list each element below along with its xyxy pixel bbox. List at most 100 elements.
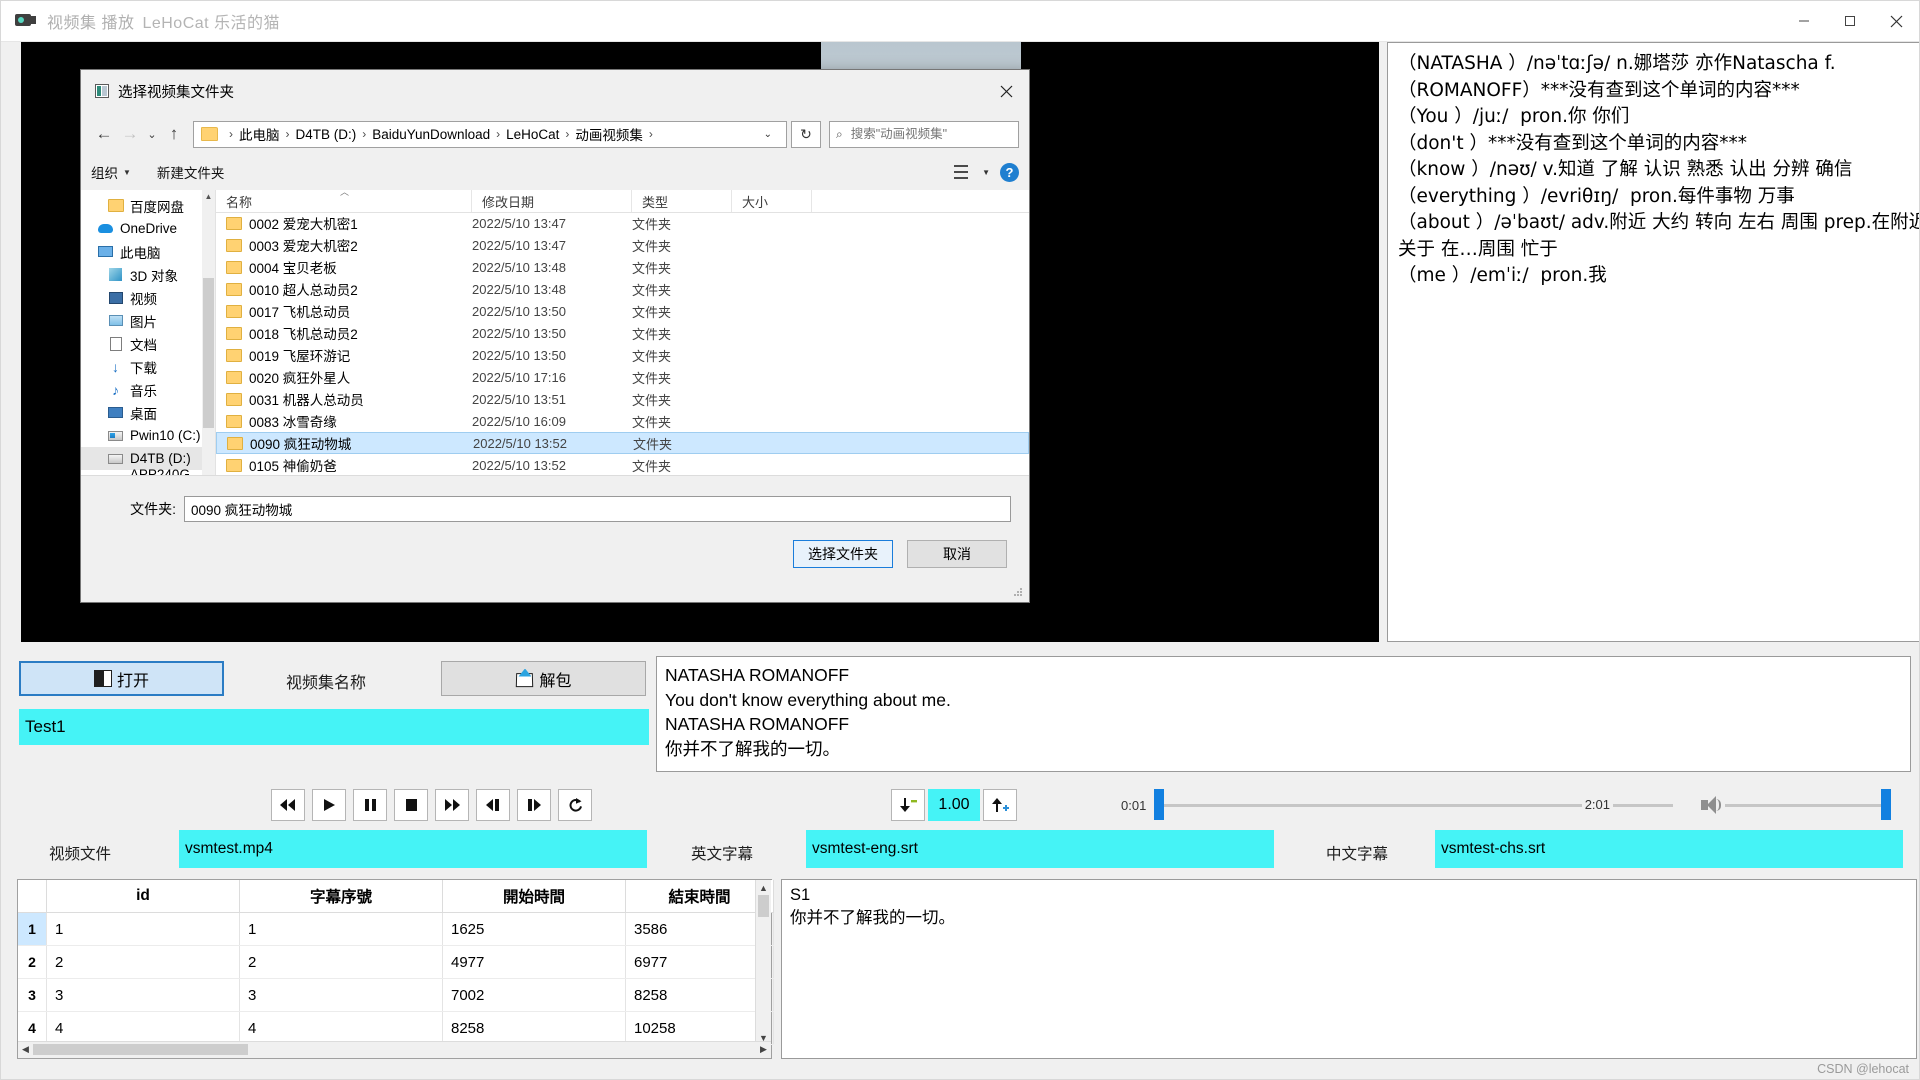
tree-scrollbar[interactable]: ▲ [202,190,215,478]
next-frame-button[interactable] [517,789,551,821]
help-icon[interactable]: ? [1000,162,1019,182]
file-row[interactable]: 0018 飞机总动员2 2022/5/10 13:50 文件夹 [216,322,1029,344]
folder-name-input[interactable]: 0090 疯狂动物城 [184,496,1011,522]
file-row[interactable]: 0083 冰雪奇缘 2022/5/10 16:09 文件夹 [216,410,1029,432]
column-header-size[interactable]: 大小 [732,190,812,212]
column-header-type[interactable]: 类型 [632,190,732,212]
chs-subtitle-field[interactable]: vsmtest-chs.srt [1435,830,1903,868]
subtitle-table[interactable]: id 字幕序號 開始時間 結束時間 1 1 1 1625 3586 2 2 2 … [17,879,774,1059]
tree-item-music[interactable]: ♪ 音乐 [81,378,215,401]
dialog-close-button[interactable] [983,70,1029,112]
tree-item-drive-c[interactable]: Pwin10 (C:) [81,424,215,447]
column-header-date[interactable]: 修改日期 [472,190,632,212]
subtitle-preview-panel[interactable]: NATASHA ROMANOFF You don't know everythi… [656,656,1911,772]
tree-item-desktop[interactable]: 桌面 [81,401,215,424]
file-row[interactable]: 0105 神偷奶爸 2022/5/10 13:52 文件夹 [216,454,1029,476]
scroll-right-icon[interactable]: ▶ [756,1042,771,1057]
tree-item-pictures[interactable]: 图片 [81,309,215,332]
scroll-left-icon[interactable]: ◀ [18,1042,33,1057]
volume-control[interactable] [1701,789,1891,821]
file-row[interactable]: 0017 飞机总动员 2022/5/10 13:50 文件夹 [216,300,1029,322]
row-index[interactable]: 1 [18,912,47,946]
tree-item-videos[interactable]: 视频 [81,286,215,309]
file-list-pane[interactable]: 名称 ︿ 修改日期 类型 大小 0002 爱宠大机密1 2022/5/10 13:… [215,187,1029,478]
tree-item-documents[interactable]: 文档 [81,332,215,355]
file-row[interactable]: 0002 爱宠大机密1 2022/5/10 13:47 文件夹 [216,212,1029,234]
back-icon[interactable]: ← [91,121,117,147]
file-row[interactable]: 0010 超人总动员2 2022/5/10 13:48 文件夹 [216,278,1029,300]
scroll-thumb[interactable] [203,278,214,428]
open-button[interactable]: 打开 [19,661,224,696]
file-row[interactable]: 0031 机器人总动员 2022/5/10 13:51 文件夹 [216,388,1029,410]
organize-menu[interactable]: 组织 ▼ [91,162,131,182]
tree-item-baiduyun[interactable]: 百度网盘 [81,194,215,217]
file-row[interactable]: 0020 疯狂外星人 2022/5/10 17:16 文件夹 [216,366,1029,388]
chevron-down-icon[interactable]: ▼ [982,168,990,177]
breadcrumb-item[interactable]: LeHoCat [506,127,559,142]
cancel-button[interactable]: 取消 [907,540,1007,568]
breadcrumb-item[interactable]: 动画视频集 [575,124,643,144]
up-icon[interactable]: ↑ [161,121,187,147]
table-vertical-scrollbar[interactable]: ▲ ▼ [755,880,771,1045]
file-row[interactable]: 0004 宝贝老板 2022/5/10 13:48 文件夹 [216,256,1029,278]
search-box[interactable]: ⌕ [829,120,1019,148]
tree-item-this-pc[interactable]: 此电脑 [81,240,215,263]
navigation-tree[interactable]: 百度网盘 OneDrive 此电脑 3D 对象 视频 图片 文档 ↓ 下载 ♪ … [81,190,215,478]
play-button[interactable] [312,789,346,821]
resize-grip[interactable] [1013,587,1024,598]
unpack-button[interactable]: 解包 [441,661,646,696]
breadcrumb-item[interactable]: BaiduYunDownload [372,127,490,142]
column-header-id[interactable]: id [46,880,240,913]
scroll-up-icon[interactable]: ▲ [202,190,215,203]
chevron-down-icon[interactable]: ⌄ [758,129,782,140]
column-header-start[interactable]: 開始時間 [442,880,626,913]
dictionary-panel[interactable]: （NATASHA ）/nəˈtɑːʃə/ n.娜塔莎 亦作Natascha f.… [1387,42,1919,642]
prev-frame-button[interactable] [476,789,510,821]
tree-item-downloads[interactable]: ↓ 下载 [81,355,215,378]
tree-item-onedrive[interactable]: OneDrive [81,217,215,240]
seek-track[interactable]: 2:01 [1154,789,1673,821]
row-index[interactable]: 4 [18,1011,47,1045]
new-folder-button[interactable]: 新建文件夹 [157,162,225,182]
subtitle-detail-panel[interactable]: S1 你并不了解我的一切。 [781,879,1917,1059]
file-row-selected[interactable]: 0090 疯狂动物城 2022/5/10 13:52 文件夹 [216,432,1029,454]
column-header-seq[interactable]: 字幕序號 [239,880,443,913]
video-set-name-input[interactable]: Test1 [19,709,649,745]
forward-icon[interactable]: → [117,121,143,147]
row-index[interactable]: 2 [18,945,47,979]
breadcrumb-item[interactable]: D4TB (D:) [296,127,357,142]
breadcrumb-item[interactable]: 此电脑 [239,124,280,144]
column-header-name[interactable]: 名称 ︿ [216,187,472,212]
maximize-button[interactable] [1827,1,1873,41]
scroll-thumb[interactable] [33,1044,248,1055]
tree-item-3d-objects[interactable]: 3D 对象 [81,263,215,286]
rewind-button[interactable] [271,789,305,821]
scroll-up-icon[interactable]: ▲ [756,880,771,895]
volume-track[interactable] [1725,789,1891,821]
pause-button[interactable] [353,789,387,821]
video-file-field[interactable]: vsmtest.mp4 [179,830,647,868]
row-index[interactable]: 3 [18,978,47,1012]
table-horizontal-scrollbar[interactable]: ◀ ▶ [18,1041,771,1058]
stop-button[interactable] [394,789,428,821]
file-row[interactable]: 0003 爱宠大机密2 2022/5/10 13:47 文件夹 [216,234,1029,256]
scroll-thumb[interactable] [758,895,769,917]
column-header-end[interactable]: 結束時間 [625,880,774,913]
volume-thumb[interactable] [1881,789,1891,820]
minimize-button[interactable] [1781,1,1827,41]
search-input[interactable] [848,126,1012,142]
select-folder-button[interactable]: 选择文件夹 [793,540,893,568]
recent-locations-icon[interactable]: ⌄ [143,121,161,147]
speed-value[interactable]: 1.00 [928,789,980,821]
eng-subtitle-field[interactable]: vsmtest-eng.srt [806,830,1274,868]
refresh-icon[interactable]: ↻ [791,120,821,148]
speed-down-button[interactable] [891,789,925,821]
table-row[interactable]: 4 4 4 8258 10258 [18,1011,774,1045]
view-list-icon[interactable] [954,165,972,179]
repeat-button[interactable] [558,789,592,821]
table-row[interactable]: 3 3 3 7002 8258 [18,978,774,1012]
seek-bar[interactable]: 0:01 2:01 [1121,789,1681,821]
speed-up-button[interactable] [983,789,1017,821]
speaker-icon[interactable] [1701,795,1721,815]
breadcrumb[interactable]: › 此电脑 › D4TB (D:) › BaiduYunDownload › L… [193,120,787,148]
